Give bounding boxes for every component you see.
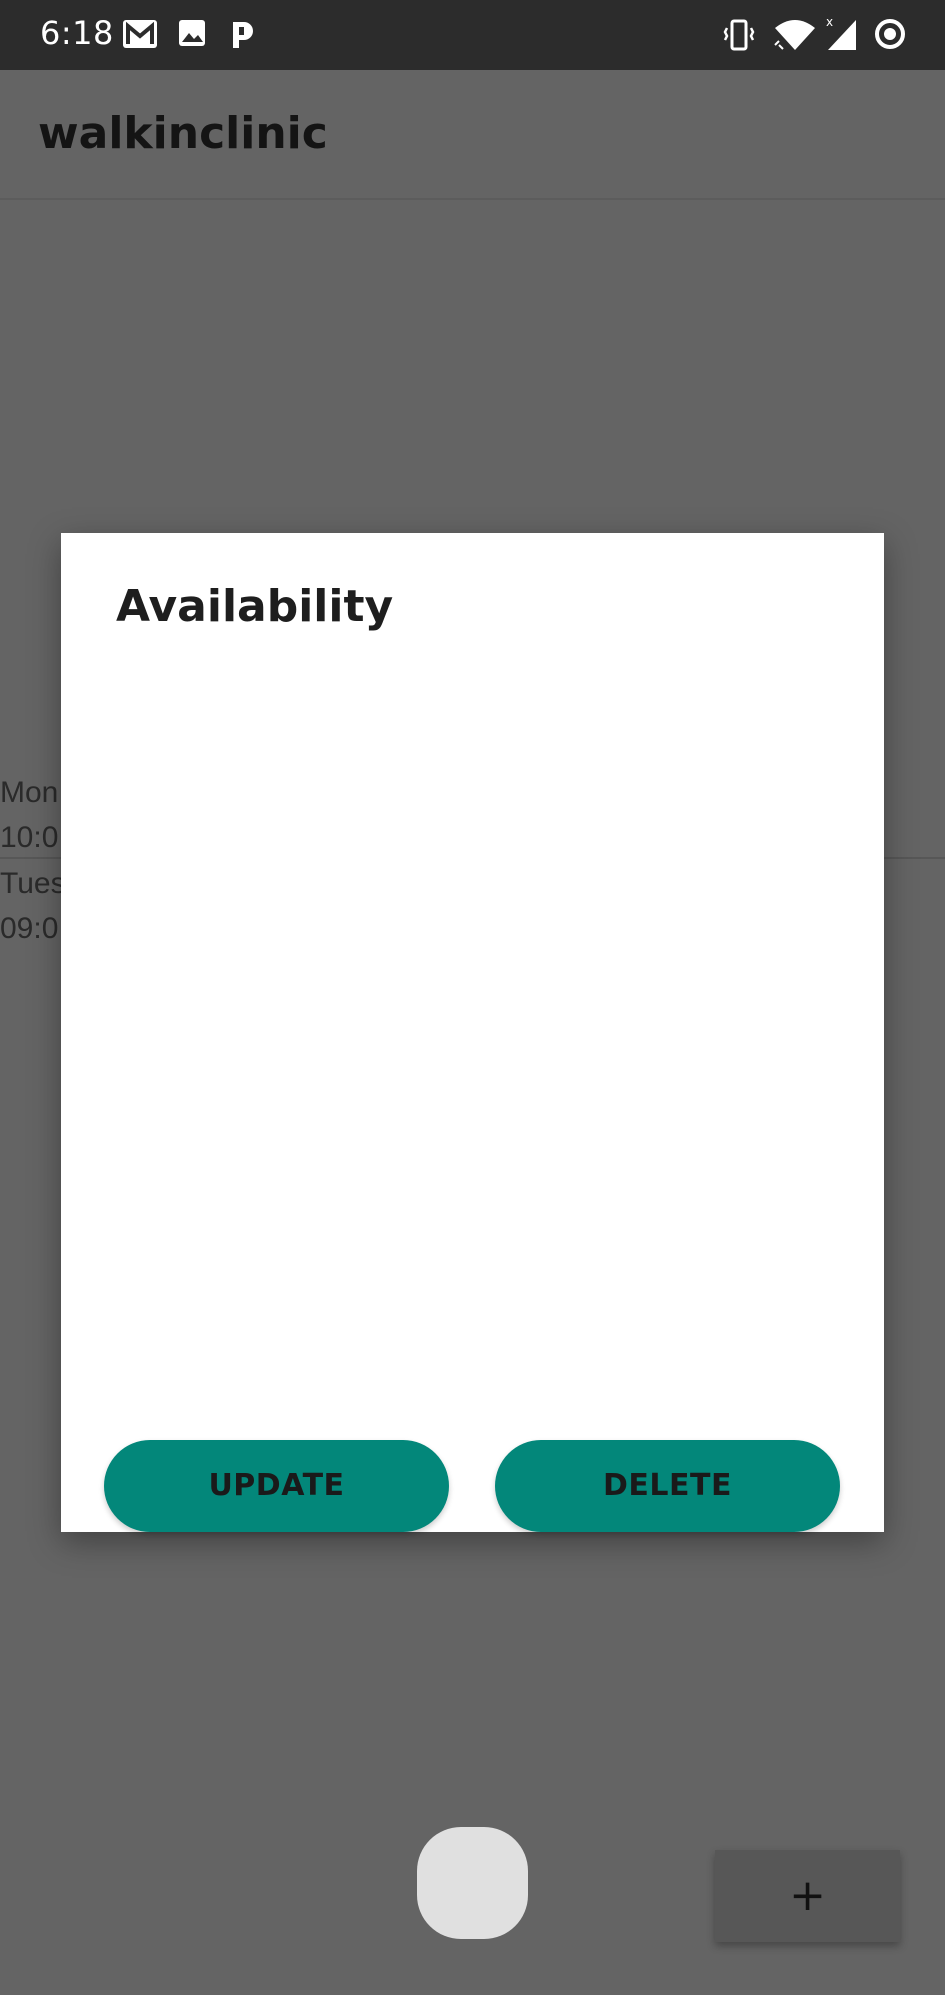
image-icon bbox=[178, 18, 206, 52]
p-app-icon bbox=[228, 18, 256, 54]
status-time: 6:18 bbox=[40, 14, 114, 52]
delete-button[interactable]: DELETE bbox=[495, 1440, 840, 1532]
add-button[interactable]: + bbox=[715, 1850, 900, 1942]
circle-status-icon bbox=[874, 18, 906, 54]
app-bar: walkinclinic bbox=[0, 70, 945, 200]
app-title: walkinclinic bbox=[38, 108, 328, 159]
update-button[interactable]: UPDATE bbox=[104, 1440, 449, 1532]
signal-icon: x bbox=[824, 14, 858, 56]
vibrate-icon bbox=[722, 18, 756, 56]
dialog-title: Availability bbox=[116, 581, 394, 632]
status-bar: 6:18 x bbox=[0, 0, 945, 70]
gmail-icon bbox=[122, 18, 158, 54]
home-button[interactable] bbox=[417, 1827, 528, 1939]
svg-text:x: x bbox=[826, 15, 833, 29]
availability-dialog: Availability UPDATE DELETE bbox=[61, 533, 884, 1532]
wifi-icon bbox=[774, 18, 816, 56]
